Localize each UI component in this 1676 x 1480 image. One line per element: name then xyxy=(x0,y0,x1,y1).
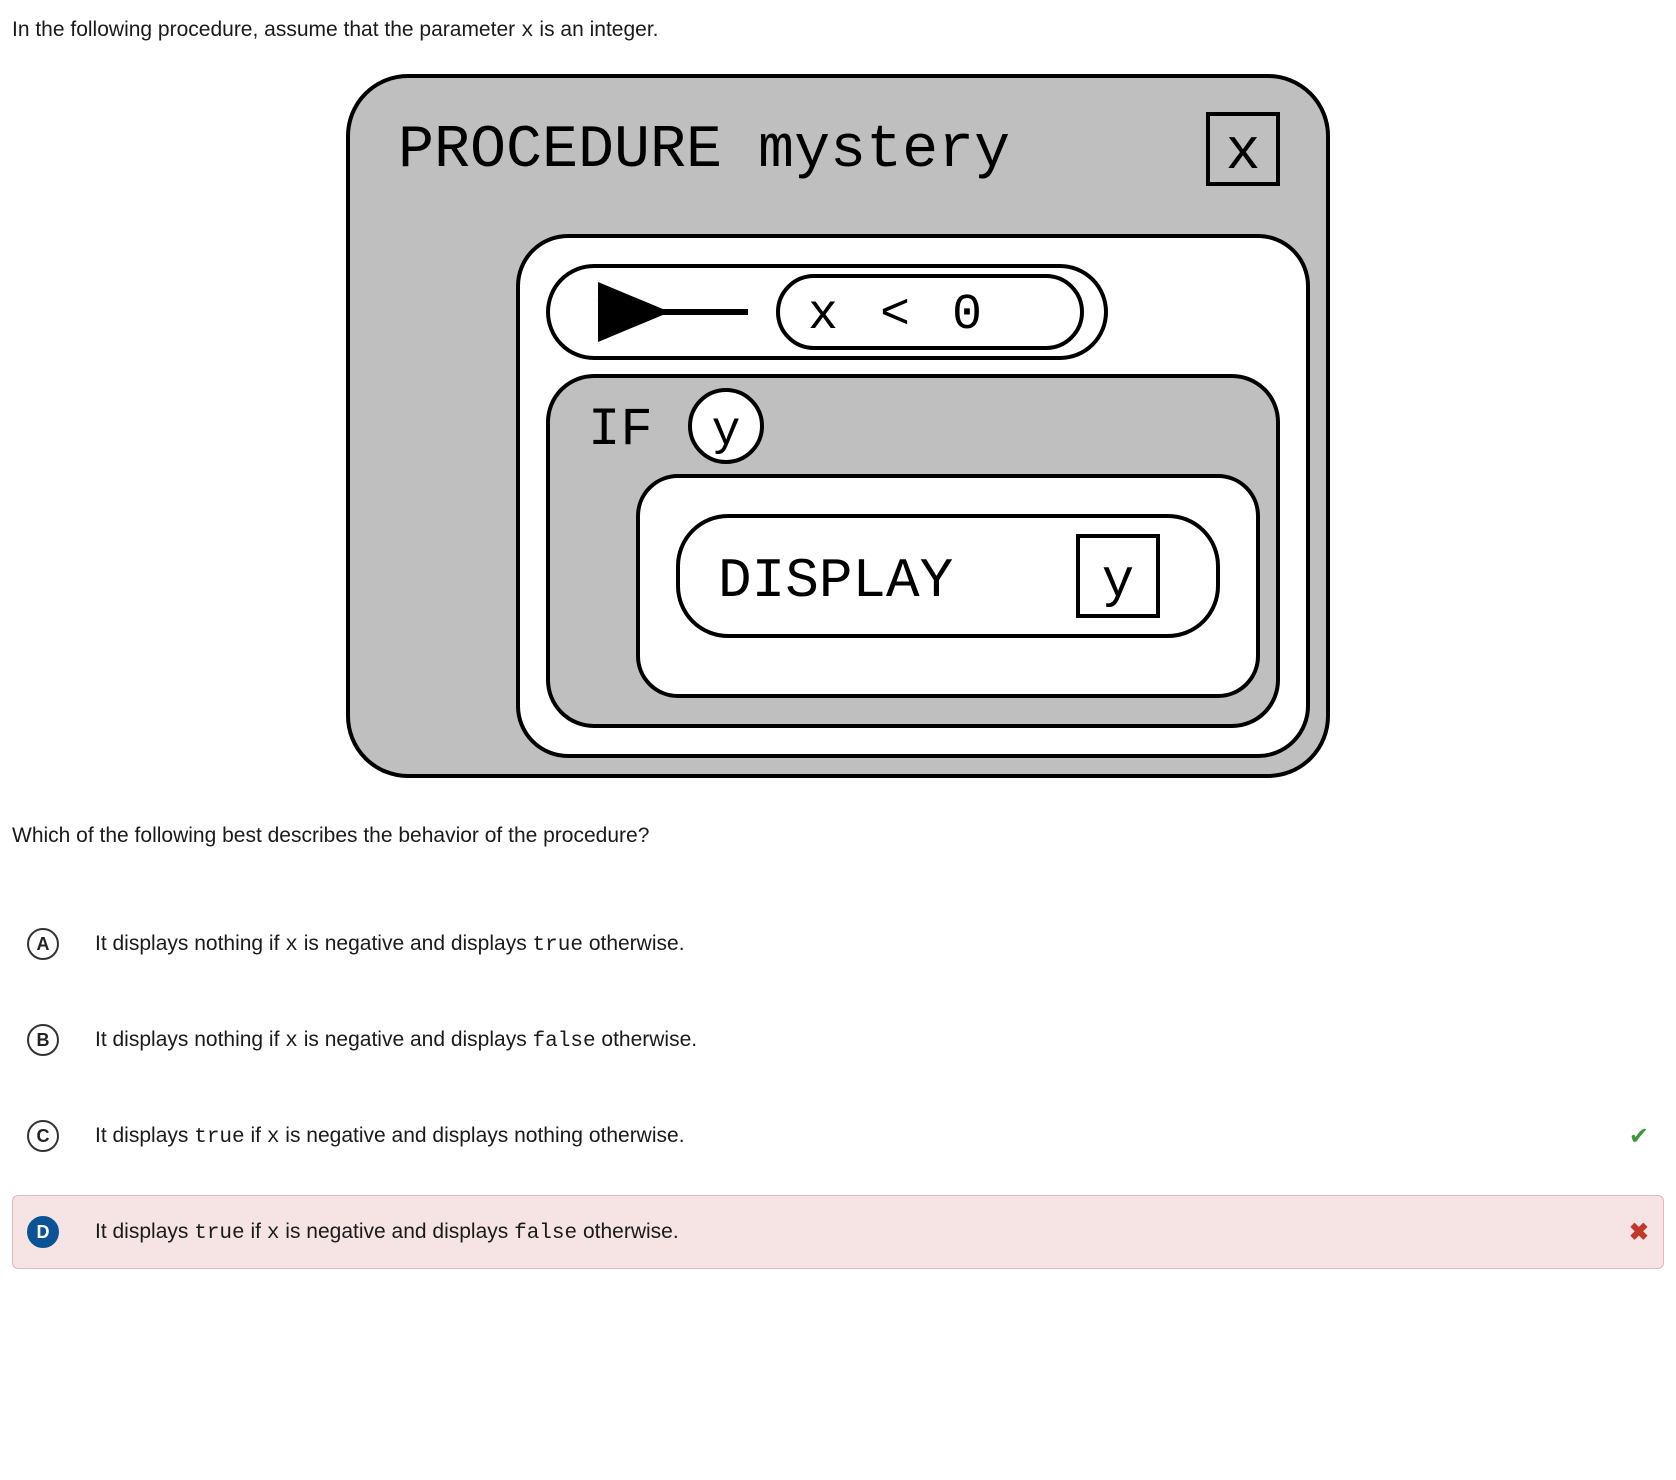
assign-expr-text: x < 0 xyxy=(808,287,988,344)
answer-text-d: It displays true if x is negative and di… xyxy=(95,1220,1609,1245)
intro-code: x xyxy=(521,20,534,43)
answer-option-b[interactable]: B It displays nothing if x is negative a… xyxy=(12,1003,1664,1077)
answer-text-c: It displays true if x is negative and di… xyxy=(95,1124,1609,1149)
answer-letter-c: C xyxy=(27,1120,59,1152)
question-prompt: Which of the following best describes th… xyxy=(12,820,1664,852)
intro-post: is an integer. xyxy=(539,18,658,41)
display-label-text: DISPLAY xyxy=(718,549,953,613)
procedure-diagram: PROCEDURE mystery x y x < 0 IF y xyxy=(12,66,1664,786)
procedure-param-text: x xyxy=(1226,121,1261,186)
answer-text-b: It displays nothing if x is negative and… xyxy=(95,1028,1609,1053)
answer-letter-a: A xyxy=(27,928,59,960)
answer-text-a: It displays nothing if x is negative and… xyxy=(95,932,1609,957)
if-label-text: IF xyxy=(588,400,653,461)
check-icon: ✔ xyxy=(1629,1123,1649,1150)
answer-option-c[interactable]: C It displays true if x is negative and … xyxy=(12,1099,1664,1173)
answers-list: A It displays nothing if x is negative a… xyxy=(12,907,1664,1269)
answer-option-d[interactable]: D It displays true if x is negative and … xyxy=(12,1195,1664,1269)
display-arg-text: y xyxy=(1102,552,1134,613)
diagram-svg: PROCEDURE mystery x y x < 0 IF y xyxy=(338,66,1338,786)
if-cond-text: y xyxy=(712,405,741,459)
answer-option-a[interactable]: A It displays nothing if x is negative a… xyxy=(12,907,1664,981)
procedure-label-text: PROCEDURE mystery xyxy=(398,117,1010,185)
answer-status-d: ✖ xyxy=(1621,1218,1649,1247)
question-intro: In the following procedure, assume that … xyxy=(12,14,1664,48)
answer-status-c: ✔ xyxy=(1621,1122,1649,1151)
answer-letter-d: D xyxy=(27,1216,59,1248)
intro-pre: In the following procedure, assume that … xyxy=(12,18,521,41)
assign-var-text: y xyxy=(596,284,628,345)
answer-letter-b: B xyxy=(27,1024,59,1056)
cross-icon: ✖ xyxy=(1629,1219,1649,1246)
